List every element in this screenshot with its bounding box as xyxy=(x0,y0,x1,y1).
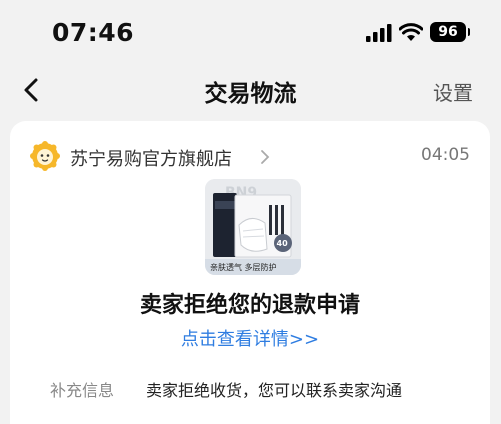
product-badge: 40 xyxy=(277,239,289,248)
settings-button[interactable]: 设置 xyxy=(433,77,473,106)
mask-product-image: BN9 40 亲肤透气 多层防护 xyxy=(205,179,301,275)
refund-status-title: 卖家拒绝您的退款申请 xyxy=(139,293,360,318)
cellular-signal-icon xyxy=(366,24,392,42)
product-caption: 亲肤透气 多层防护 xyxy=(210,262,277,272)
store-name[interactable]: 苏宁易购官方旗舰店 xyxy=(70,145,232,171)
store-row[interactable]: 苏宁易购官方旗舰店 04:05 xyxy=(30,141,470,173)
page-title: 交易物流 xyxy=(204,81,297,107)
wifi-icon xyxy=(399,23,423,41)
extra-info-label: 补充信息 xyxy=(50,381,115,400)
view-details-link[interactable]: 点击查看详情>> xyxy=(10,325,490,351)
product-thumbnail[interactable]: BN9 40 亲肤透气 多层防护 xyxy=(205,179,301,275)
status-time: 07:46 xyxy=(52,18,135,47)
battery-indicator: 96 xyxy=(430,22,470,42)
nav-bar: 交易物流 设置 xyxy=(0,62,501,118)
message-card[interactable]: 苏宁易购官方旗舰店 04:05 BN9 40 亲肤透气 多层防护 卖家拒绝您的退… xyxy=(10,121,490,424)
extra-info-value: 卖家拒绝收货，您可以联系卖家沟通 xyxy=(146,381,403,400)
status-bar: 07:46 96 xyxy=(0,0,501,62)
chevron-right-icon xyxy=(261,150,270,164)
store-logo-icon xyxy=(30,141,60,171)
message-time: 04:05 xyxy=(421,145,470,165)
